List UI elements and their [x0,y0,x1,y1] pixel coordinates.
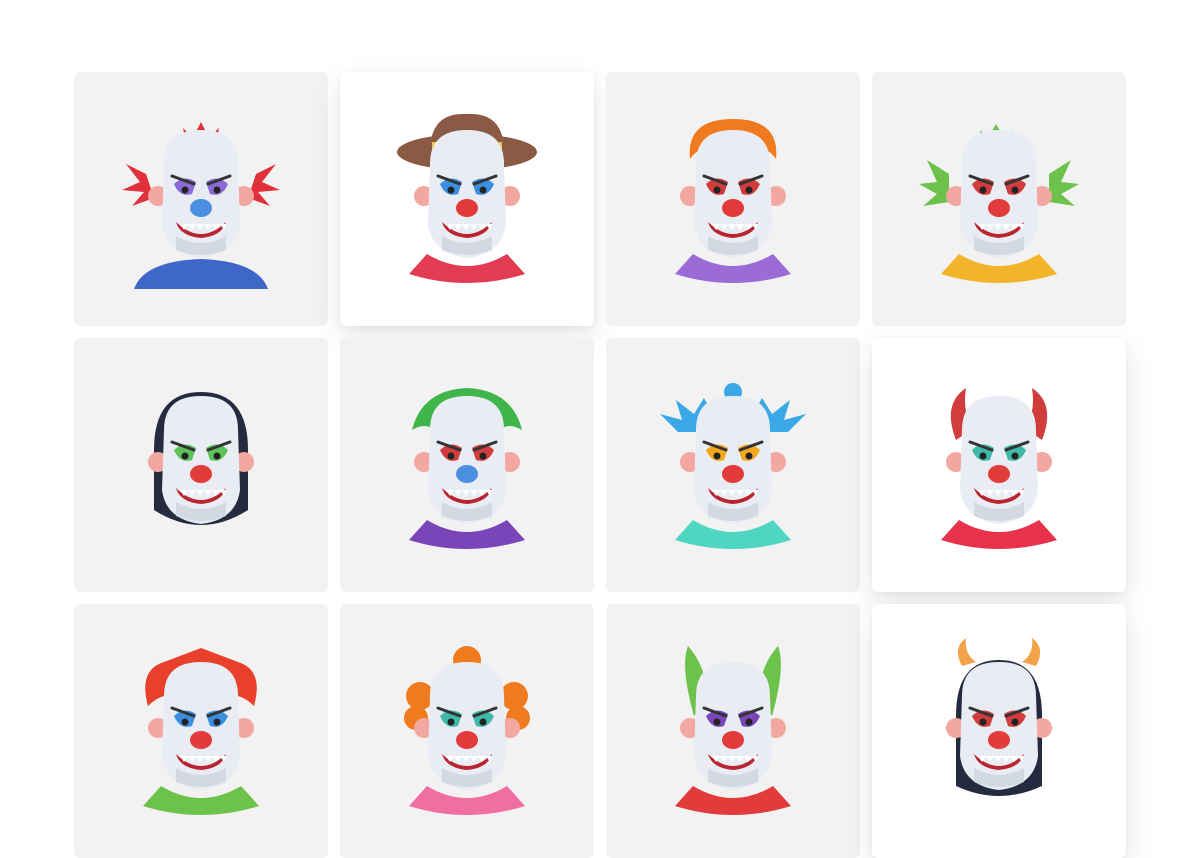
clown-vampire-icon [106,370,296,560]
clown-green-spikes-icon [638,636,828,826]
clown-red-mohawk-icon [106,104,296,294]
avatar-tile[interactable] [872,604,1126,858]
avatar-tile[interactable] [606,338,860,592]
clown-orange-hair-icon [638,104,828,294]
avatar-tile[interactable] [606,604,860,858]
avatar-tile[interactable] [872,72,1126,326]
clown-green-hair-icon [904,104,1094,294]
avatar-tile[interactable] [74,604,328,858]
clown-avatar-grid [74,72,1126,858]
clown-blue-hair-icon [638,370,828,560]
avatar-tile[interactable] [74,72,328,326]
clown-cowboy-hat-icon [372,104,562,294]
clown-red-hair-icon [106,636,296,826]
avatar-tile[interactable] [872,338,1126,592]
clown-joker-icon [372,370,562,560]
clown-orange-curls-icon [372,636,562,826]
avatar-tile[interactable] [340,338,594,592]
clown-vampire-horns-icon [904,636,1094,826]
avatar-tile[interactable] [340,604,594,858]
clown-devil-horns-icon [904,370,1094,560]
avatar-tile[interactable] [74,338,328,592]
avatar-tile[interactable] [340,72,594,326]
avatar-tile[interactable] [606,72,860,326]
